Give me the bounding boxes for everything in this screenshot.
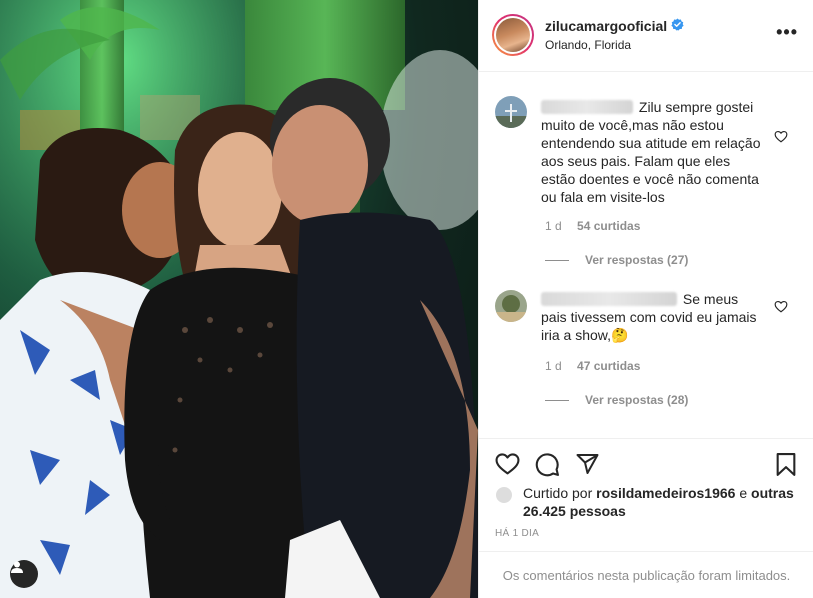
- post-side-panel: zilucamargooficial Orlando, Florida ••• …: [478, 0, 813, 598]
- profile-avatar[interactable]: [492, 14, 534, 56]
- comment-text: Zilu sempre gostei muito de você,mas não…: [541, 98, 766, 206]
- liker-avatar[interactable]: [495, 486, 513, 504]
- comment-bubble-icon[interactable]: [535, 452, 560, 477]
- commenter-avatar[interactable]: [495, 290, 527, 322]
- comment-meta: 1 d 54 curtidas: [545, 219, 640, 233]
- post-photo[interactable]: [0, 0, 478, 598]
- post-timestamp[interactable]: HÁ 1 DIA: [495, 528, 539, 539]
- location-link[interactable]: Orlando, Florida: [545, 38, 631, 52]
- replies-divider: [545, 399, 569, 401]
- comment-text: Se meus pais tivessem com covid eu jamai…: [541, 290, 766, 344]
- comment-likes[interactable]: 47 curtidas: [577, 359, 640, 373]
- liked-by-user-link[interactable]: rosildamedeiros1966: [596, 485, 735, 501]
- user-icon: [11, 561, 23, 573]
- post-header: zilucamargooficial Orlando, Florida •••: [479, 0, 813, 72]
- more-horizontal-icon[interactable]: •••: [776, 23, 798, 41]
- avatar-image: [496, 18, 530, 52]
- like-heart-icon[interactable]: [495, 452, 520, 476]
- like-comment-heart-icon[interactable]: [774, 300, 788, 313]
- post-actions-bar: [479, 438, 813, 488]
- blurred-username: [541, 100, 633, 114]
- comments-limited-notice: Os comentários nesta publicação foram li…: [479, 551, 813, 598]
- like-comment-heart-icon[interactable]: [774, 130, 788, 143]
- replies-divider: [545, 259, 569, 261]
- tagged-people-button[interactable]: [10, 560, 38, 588]
- commenter-avatar[interactable]: [495, 96, 527, 128]
- commenter-avatar-image: [495, 96, 527, 128]
- liked-by-prefix: Curtido por: [523, 485, 593, 501]
- view-replies-label: Ver respostas (27): [585, 253, 689, 267]
- verified-badge-icon: [671, 18, 684, 31]
- comment-time: 1 d: [545, 359, 562, 373]
- liked-by-summary: Curtido por rosildamedeiros1966 e outras…: [495, 484, 795, 520]
- view-replies-button[interactable]: Ver respostas (28): [545, 393, 688, 407]
- post-photo-illustration: [0, 0, 478, 598]
- liked-by-connector: e: [739, 485, 748, 501]
- username-link[interactable]: zilucamargooficial: [545, 18, 667, 34]
- share-paper-plane-icon[interactable]: [575, 452, 600, 476]
- comment-likes[interactable]: 54 curtidas: [577, 219, 640, 233]
- view-replies-button[interactable]: Ver respostas (27): [545, 253, 688, 267]
- save-bookmark-icon[interactable]: [775, 452, 797, 477]
- commenter-avatar-image: [495, 290, 527, 322]
- view-replies-label: Ver respostas (28): [585, 393, 689, 407]
- comment-time: 1 d: [545, 219, 562, 233]
- blurred-username: [541, 292, 677, 306]
- comment-body: Zilu sempre gostei muito de você,mas não…: [541, 99, 761, 205]
- comments-list[interactable]: Zilu sempre gostei muito de você,mas não…: [479, 72, 813, 438]
- comment-meta: 1 d 47 curtidas: [545, 359, 640, 373]
